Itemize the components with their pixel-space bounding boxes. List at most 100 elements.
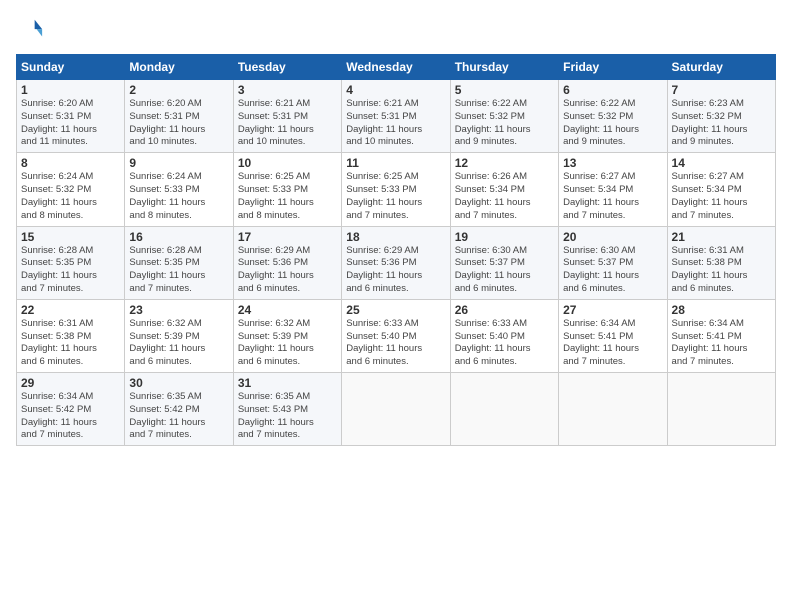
logo-icon [16, 16, 44, 44]
day-number: 21 [672, 230, 771, 244]
day-info: Sunrise: 6:22 AM Sunset: 5:32 PM Dayligh… [455, 98, 554, 149]
day-number: 1 [21, 83, 120, 97]
day-number: 12 [455, 156, 554, 170]
calendar-cell: 8Sunrise: 6:24 AM Sunset: 5:32 PM Daylig… [17, 153, 125, 226]
day-info: Sunrise: 6:33 AM Sunset: 5:40 PM Dayligh… [346, 318, 445, 369]
day-info: Sunrise: 6:30 AM Sunset: 5:37 PM Dayligh… [455, 245, 554, 296]
day-number: 15 [21, 230, 120, 244]
day-number: 18 [346, 230, 445, 244]
calendar-cell: 9Sunrise: 6:24 AM Sunset: 5:33 PM Daylig… [125, 153, 233, 226]
day-info: Sunrise: 6:31 AM Sunset: 5:38 PM Dayligh… [672, 245, 771, 296]
weekday-header: Thursday [450, 55, 558, 80]
day-info: Sunrise: 6:20 AM Sunset: 5:31 PM Dayligh… [21, 98, 120, 149]
calendar-cell: 5Sunrise: 6:22 AM Sunset: 5:32 PM Daylig… [450, 80, 558, 153]
calendar-cell: 29Sunrise: 6:34 AM Sunset: 5:42 PM Dayli… [17, 373, 125, 446]
day-number: 2 [129, 83, 228, 97]
day-number: 8 [21, 156, 120, 170]
calendar-cell [450, 373, 558, 446]
calendar-cell: 24Sunrise: 6:32 AM Sunset: 5:39 PM Dayli… [233, 299, 341, 372]
day-number: 28 [672, 303, 771, 317]
day-info: Sunrise: 6:27 AM Sunset: 5:34 PM Dayligh… [672, 171, 771, 222]
day-info: Sunrise: 6:35 AM Sunset: 5:42 PM Dayligh… [129, 391, 228, 442]
day-number: 11 [346, 156, 445, 170]
calendar-week-row: 1Sunrise: 6:20 AM Sunset: 5:31 PM Daylig… [17, 80, 776, 153]
day-info: Sunrise: 6:31 AM Sunset: 5:38 PM Dayligh… [21, 318, 120, 369]
day-number: 17 [238, 230, 337, 244]
calendar-cell: 17Sunrise: 6:29 AM Sunset: 5:36 PM Dayli… [233, 226, 341, 299]
day-number: 31 [238, 376, 337, 390]
calendar-cell [342, 373, 450, 446]
calendar-week-row: 22Sunrise: 6:31 AM Sunset: 5:38 PM Dayli… [17, 299, 776, 372]
day-info: Sunrise: 6:34 AM Sunset: 5:42 PM Dayligh… [21, 391, 120, 442]
day-number: 5 [455, 83, 554, 97]
day-number: 24 [238, 303, 337, 317]
calendar-cell [559, 373, 667, 446]
calendar-cell: 31Sunrise: 6:35 AM Sunset: 5:43 PM Dayli… [233, 373, 341, 446]
day-info: Sunrise: 6:28 AM Sunset: 5:35 PM Dayligh… [129, 245, 228, 296]
calendar-cell: 26Sunrise: 6:33 AM Sunset: 5:40 PM Dayli… [450, 299, 558, 372]
calendar-cell: 19Sunrise: 6:30 AM Sunset: 5:37 PM Dayli… [450, 226, 558, 299]
day-info: Sunrise: 6:26 AM Sunset: 5:34 PM Dayligh… [455, 171, 554, 222]
calendar-cell: 10Sunrise: 6:25 AM Sunset: 5:33 PM Dayli… [233, 153, 341, 226]
calendar-cell: 15Sunrise: 6:28 AM Sunset: 5:35 PM Dayli… [17, 226, 125, 299]
calendar-cell: 7Sunrise: 6:23 AM Sunset: 5:32 PM Daylig… [667, 80, 775, 153]
day-info: Sunrise: 6:34 AM Sunset: 5:41 PM Dayligh… [563, 318, 662, 369]
weekday-header: Monday [125, 55, 233, 80]
day-info: Sunrise: 6:21 AM Sunset: 5:31 PM Dayligh… [346, 98, 445, 149]
day-number: 10 [238, 156, 337, 170]
calendar-cell: 13Sunrise: 6:27 AM Sunset: 5:34 PM Dayli… [559, 153, 667, 226]
calendar-cell: 22Sunrise: 6:31 AM Sunset: 5:38 PM Dayli… [17, 299, 125, 372]
day-number: 27 [563, 303, 662, 317]
day-number: 23 [129, 303, 228, 317]
day-number: 4 [346, 83, 445, 97]
day-info: Sunrise: 6:29 AM Sunset: 5:36 PM Dayligh… [346, 245, 445, 296]
calendar-cell: 18Sunrise: 6:29 AM Sunset: 5:36 PM Dayli… [342, 226, 450, 299]
day-info: Sunrise: 6:23 AM Sunset: 5:32 PM Dayligh… [672, 98, 771, 149]
calendar-week-row: 8Sunrise: 6:24 AM Sunset: 5:32 PM Daylig… [17, 153, 776, 226]
day-number: 9 [129, 156, 228, 170]
day-number: 19 [455, 230, 554, 244]
day-number: 14 [672, 156, 771, 170]
day-number: 30 [129, 376, 228, 390]
calendar-cell: 12Sunrise: 6:26 AM Sunset: 5:34 PM Dayli… [450, 153, 558, 226]
day-number: 22 [21, 303, 120, 317]
day-number: 25 [346, 303, 445, 317]
day-info: Sunrise: 6:32 AM Sunset: 5:39 PM Dayligh… [238, 318, 337, 369]
day-number: 26 [455, 303, 554, 317]
calendar-week-row: 29Sunrise: 6:34 AM Sunset: 5:42 PM Dayli… [17, 373, 776, 446]
day-number: 6 [563, 83, 662, 97]
day-number: 7 [672, 83, 771, 97]
day-number: 13 [563, 156, 662, 170]
calendar-cell: 30Sunrise: 6:35 AM Sunset: 5:42 PM Dayli… [125, 373, 233, 446]
day-info: Sunrise: 6:32 AM Sunset: 5:39 PM Dayligh… [129, 318, 228, 369]
calendar-cell: 1Sunrise: 6:20 AM Sunset: 5:31 PM Daylig… [17, 80, 125, 153]
calendar-cell: 6Sunrise: 6:22 AM Sunset: 5:32 PM Daylig… [559, 80, 667, 153]
day-info: Sunrise: 6:34 AM Sunset: 5:41 PM Dayligh… [672, 318, 771, 369]
day-number: 29 [21, 376, 120, 390]
day-info: Sunrise: 6:35 AM Sunset: 5:43 PM Dayligh… [238, 391, 337, 442]
day-info: Sunrise: 6:28 AM Sunset: 5:35 PM Dayligh… [21, 245, 120, 296]
day-info: Sunrise: 6:25 AM Sunset: 5:33 PM Dayligh… [238, 171, 337, 222]
weekday-header: Friday [559, 55, 667, 80]
calendar-table: SundayMondayTuesdayWednesdayThursdayFrid… [16, 54, 776, 446]
weekday-header: Saturday [667, 55, 775, 80]
calendar-cell: 14Sunrise: 6:27 AM Sunset: 5:34 PM Dayli… [667, 153, 775, 226]
page: SundayMondayTuesdayWednesdayThursdayFrid… [0, 0, 792, 612]
weekday-header: Sunday [17, 55, 125, 80]
calendar-cell: 25Sunrise: 6:33 AM Sunset: 5:40 PM Dayli… [342, 299, 450, 372]
calendar-cell: 23Sunrise: 6:32 AM Sunset: 5:39 PM Dayli… [125, 299, 233, 372]
day-info: Sunrise: 6:27 AM Sunset: 5:34 PM Dayligh… [563, 171, 662, 222]
calendar-cell [667, 373, 775, 446]
day-info: Sunrise: 6:29 AM Sunset: 5:36 PM Dayligh… [238, 245, 337, 296]
calendar-cell: 28Sunrise: 6:34 AM Sunset: 5:41 PM Dayli… [667, 299, 775, 372]
day-number: 16 [129, 230, 228, 244]
day-number: 20 [563, 230, 662, 244]
calendar-cell: 3Sunrise: 6:21 AM Sunset: 5:31 PM Daylig… [233, 80, 341, 153]
day-info: Sunrise: 6:24 AM Sunset: 5:32 PM Dayligh… [21, 171, 120, 222]
day-info: Sunrise: 6:33 AM Sunset: 5:40 PM Dayligh… [455, 318, 554, 369]
calendar-cell: 11Sunrise: 6:25 AM Sunset: 5:33 PM Dayli… [342, 153, 450, 226]
calendar-cell: 16Sunrise: 6:28 AM Sunset: 5:35 PM Dayli… [125, 226, 233, 299]
header [16, 16, 776, 44]
calendar-cell: 2Sunrise: 6:20 AM Sunset: 5:31 PM Daylig… [125, 80, 233, 153]
day-info: Sunrise: 6:30 AM Sunset: 5:37 PM Dayligh… [563, 245, 662, 296]
